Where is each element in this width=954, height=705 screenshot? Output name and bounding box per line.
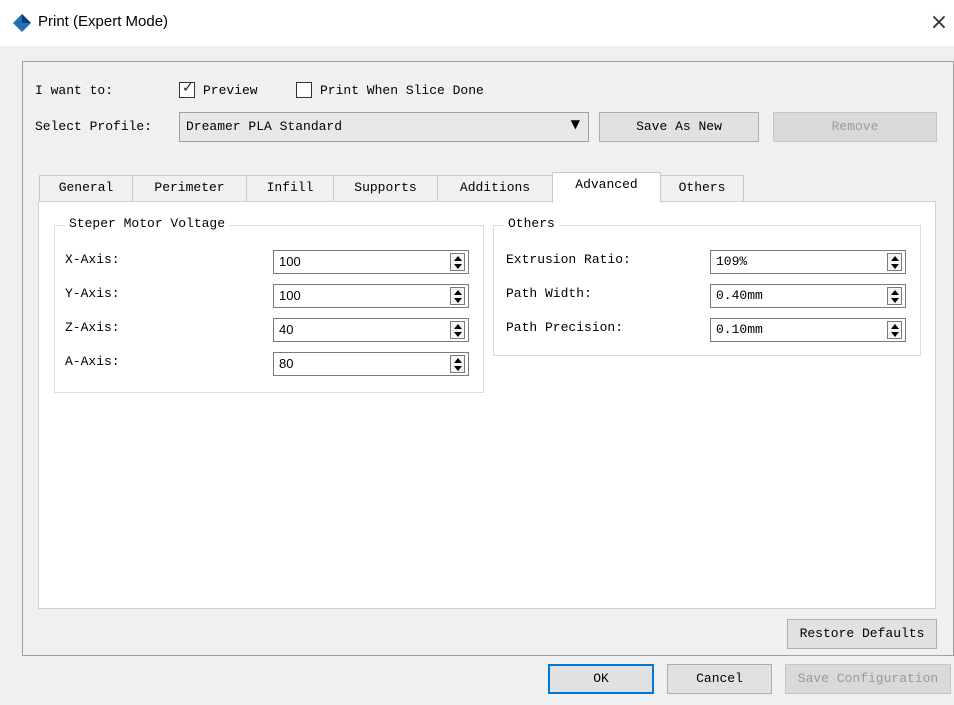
a-axis-label: A-Axis:: [65, 354, 120, 369]
path-width-spinbox[interactable]: 0.40mm: [710, 284, 906, 308]
extrusion-ratio-value: 109%: [716, 254, 748, 269]
a-axis-spinbox[interactable]: 80: [273, 352, 469, 376]
restore-defaults-button[interactable]: Restore Defaults: [787, 619, 937, 649]
path-precision-label: Path Precision:: [506, 320, 624, 335]
dropdown-arrow-icon: ▼: [570, 117, 580, 131]
tab-supports[interactable]: Supports: [333, 175, 438, 201]
x-axis-value: 100: [279, 254, 301, 269]
tab-additions[interactable]: Additions: [437, 175, 553, 201]
tab-infill[interactable]: Infill: [246, 175, 334, 201]
spinner-arrows-icon[interactable]: [887, 321, 902, 339]
extrusion-ratio-spinbox[interactable]: 109%: [710, 250, 906, 274]
z-axis-value: 40: [279, 322, 294, 337]
path-precision-value: 0.10mm: [716, 322, 763, 337]
path-width-value: 0.40mm: [716, 288, 763, 303]
preview-checkbox[interactable]: ✓: [179, 80, 195, 98]
spinner-arrows-icon[interactable]: [887, 253, 902, 271]
advanced-tab-panel: Steper Motor Voltage X-Axis: 100 Y-Axis:…: [38, 201, 936, 609]
i-want-to-label: I want to:: [35, 83, 114, 98]
tab-perimeter[interactable]: Perimeter: [132, 175, 247, 201]
preview-label[interactable]: Preview: [203, 83, 258, 98]
settings-frame: I want to: ✓ Preview Print When Slice Do…: [22, 61, 954, 656]
tab-others[interactable]: Others: [660, 175, 744, 201]
others-group-title: Others: [504, 216, 559, 231]
spinner-arrows-icon[interactable]: [450, 321, 465, 339]
path-precision-spinbox[interactable]: 0.10mm: [710, 318, 906, 342]
save-configuration-button[interactable]: Save Configuration: [785, 664, 951, 694]
spinner-arrows-icon[interactable]: [450, 253, 465, 271]
remove-button[interactable]: Remove: [773, 112, 937, 142]
save-as-new-button[interactable]: Save As New: [599, 112, 759, 142]
print-when-done-label[interactable]: Print When Slice Done: [320, 83, 484, 98]
tab-advanced[interactable]: Advanced: [552, 172, 661, 203]
spinner-arrows-icon[interactable]: [450, 355, 465, 373]
profile-value: Dreamer PLA Standard: [186, 119, 343, 134]
profile-dropdown[interactable]: Dreamer PLA Standard ▼: [179, 112, 589, 142]
select-profile-label: Select Profile:: [35, 119, 153, 134]
dialog-body: I want to: ✓ Preview Print When Slice Do…: [0, 46, 954, 705]
others-group: Others Extrusion Ratio: 109% Path Width:…: [493, 216, 921, 356]
spinner-arrows-icon[interactable]: [887, 287, 902, 305]
y-axis-label: Y-Axis:: [65, 286, 120, 301]
y-axis-value: 100: [279, 288, 301, 303]
z-axis-spinbox[interactable]: 40: [273, 318, 469, 342]
y-axis-spinbox[interactable]: 100: [273, 284, 469, 308]
x-axis-spinbox[interactable]: 100: [273, 250, 469, 274]
close-icon[interactable]: ×: [924, 8, 954, 38]
spinner-arrows-icon[interactable]: [450, 287, 465, 305]
z-axis-label: Z-Axis:: [65, 320, 120, 335]
checkmark-icon: ✓: [182, 80, 194, 96]
x-axis-label: X-Axis:: [65, 252, 120, 267]
cancel-button[interactable]: Cancel: [667, 664, 772, 694]
stepper-motor-voltage-group: Steper Motor Voltage X-Axis: 100 Y-Axis:…: [54, 216, 484, 393]
window-title: Print (Expert Mode): [38, 13, 169, 30]
tab-general[interactable]: General: [39, 175, 133, 201]
title-bar: Print (Expert Mode) ×: [0, 0, 954, 46]
print-when-done-checkbox[interactable]: [296, 82, 312, 98]
ok-button[interactable]: OK: [548, 664, 654, 694]
app-logo-icon: [13, 14, 31, 32]
path-width-label: Path Width:: [506, 286, 592, 301]
a-axis-value: 80: [279, 356, 294, 371]
stepper-group-title: Steper Motor Voltage: [65, 216, 230, 231]
extrusion-ratio-label: Extrusion Ratio:: [506, 252, 631, 267]
